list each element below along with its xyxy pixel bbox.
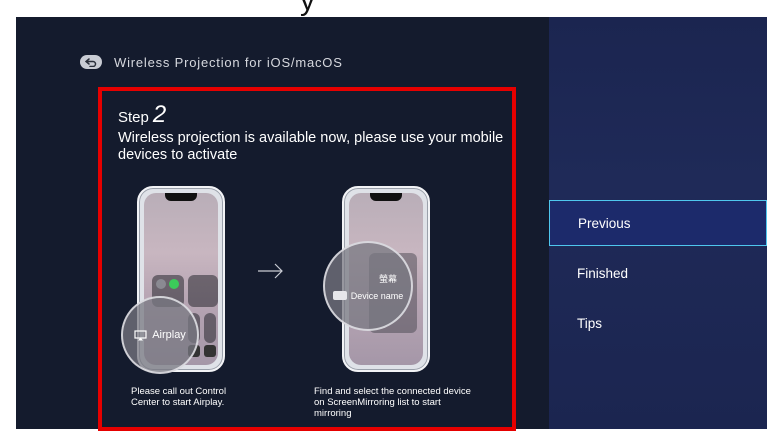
device-name-row: Device name [332, 290, 404, 301]
top-overlay-text: y [300, 0, 316, 17]
airplay-magnifier: Airplay [121, 296, 199, 374]
left-caption: Please call out Control Center to start … [131, 386, 227, 408]
apple-tv-icon [332, 291, 347, 300]
wifi-icon [169, 279, 179, 289]
menu-item-tips[interactable]: Tips [549, 300, 767, 346]
right-caption: Find and select the connected device on … [314, 386, 471, 419]
arrow-right-icon [258, 263, 283, 279]
step-instruction: Wireless projection is available now, pl… [118, 130, 504, 163]
menu-item-previous[interactable]: Previous [549, 200, 767, 246]
device-name-magnifier: 螢幕 Device name [323, 241, 413, 331]
menu-item-label: Previous [578, 215, 631, 231]
step-text: Step [118, 109, 149, 126]
step-number: 2 [152, 101, 167, 128]
airplane-mode-icon [156, 279, 166, 289]
phone-notch [165, 193, 197, 201]
page-header: Wireless Projection for iOS/macOS [80, 52, 343, 72]
airplay-icon [134, 329, 147, 340]
device-name-label: Device name [350, 290, 404, 301]
screen-mirroring-label: 螢幕 [378, 273, 397, 284]
menu-item-label: Tips [577, 315, 603, 331]
airplay-label: Airplay [152, 329, 186, 341]
control-center-tile [188, 275, 218, 307]
control-center-tile [204, 313, 216, 343]
step-label: Step 2 [118, 101, 166, 129]
page-title: Wireless Projection for iOS/macOS [114, 54, 343, 70]
menu-item-label: Finished [577, 265, 629, 281]
phone-notch [370, 193, 402, 201]
back-arrow-icon[interactable] [80, 55, 102, 69]
photo-icon [204, 345, 216, 357]
menu-item-finished[interactable]: Finished [549, 250, 767, 296]
